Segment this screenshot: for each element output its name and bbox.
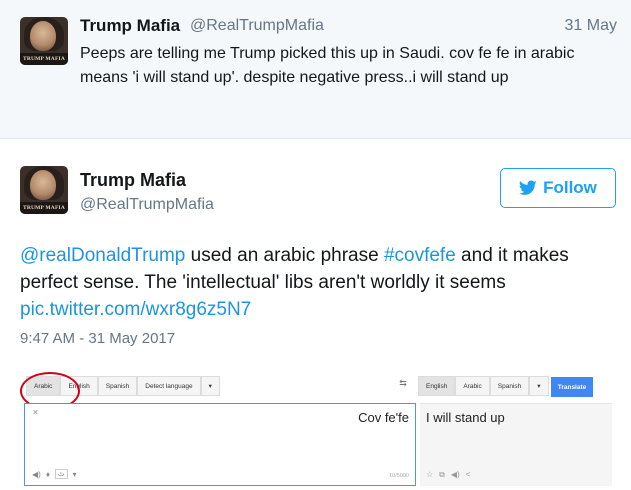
quoted-date[interactable]: 31 May xyxy=(565,17,617,35)
source-language-bar: Arabic English Spanish Detect language ▾ xyxy=(26,376,220,398)
avatar-face xyxy=(30,21,56,51)
chevron-down-icon: ▾ xyxy=(529,376,549,396)
twitter-bird-icon xyxy=(519,180,537,195)
target-lang-arabic: Arabic xyxy=(455,376,490,396)
share-icon: < xyxy=(465,470,471,479)
tweet-handle[interactable]: @RealTrumpMafia xyxy=(80,196,214,214)
tweet-avatar[interactable]: TRUMP MAFIA xyxy=(20,166,68,214)
chevron-down-icon: ▾ xyxy=(200,376,220,396)
char-count: 10/5000 xyxy=(389,473,409,479)
follow-button[interactable]: Follow xyxy=(500,168,616,208)
avatar-caption: TRUMP MAFIA xyxy=(20,202,68,214)
star-icon: ☆ xyxy=(426,470,434,479)
swap-icon: ⇆ xyxy=(399,378,407,388)
pic-link[interactable]: pic.twitter.com/wxr8g6z5N7 xyxy=(20,299,251,320)
source-lang-spanish: Spanish xyxy=(97,376,138,396)
target-lang-english: English xyxy=(418,376,456,396)
speaker-icon: ◀) xyxy=(32,469,41,479)
target-lang-spanish: Spanish xyxy=(489,376,530,396)
source-lang-english: English xyxy=(60,376,98,396)
source-lang-arabic: Arabic xyxy=(26,376,61,396)
tweet-timestamp[interactable]: 9:47 AM - 31 May 2017 xyxy=(20,330,175,347)
speaker-icon: ◀) xyxy=(450,470,460,479)
source-lang-detect: Detect language xyxy=(137,376,201,396)
quoted-handle[interactable]: @RealTrumpMafia xyxy=(190,17,324,35)
target-language-bar: English Arabic Spanish ▾ xyxy=(418,376,549,398)
translate-button: Translate xyxy=(551,377,593,397)
tweet-display-name[interactable]: Trump Mafia xyxy=(80,170,186,191)
close-icon: ✕ xyxy=(32,408,39,417)
tweet-text-part: used an arabic phrase xyxy=(185,245,384,266)
source-text-box: ✕ Cov fe'fe ◀) ♦ ٹ ▾ 10/5000 xyxy=(24,403,416,486)
quoted-display-name[interactable]: Trump Mafia xyxy=(80,16,180,36)
source-tools: ◀) ♦ ٹ ▾ xyxy=(32,469,77,479)
tweet-text: @realDonaldTrump used an arabic phrase #… xyxy=(20,242,610,323)
chevron-down-icon: ▾ xyxy=(72,469,77,479)
translation-box: I will stand up ☆ ⧉ ◀) < xyxy=(420,403,612,486)
avatar-caption: TRUMP MAFIA xyxy=(20,53,68,65)
follow-label: Follow xyxy=(543,178,597,197)
translate-screenshot[interactable]: Arabic English Spanish Detect language ▾… xyxy=(20,370,616,488)
quoted-tweet-text: Peeps are telling me Trump picked this u… xyxy=(80,45,575,86)
quoted-tweet[interactable]: TRUMP MAFIA Trump Mafia @RealTrumpMafia … xyxy=(0,0,631,139)
translation-tools: ☆ ⧉ ◀) < xyxy=(426,470,470,480)
mention-link[interactable]: @realDonaldTrump xyxy=(20,245,185,266)
microphone-icon: ♦ xyxy=(45,469,50,479)
avatar-face xyxy=(30,170,56,200)
keyboard-icon: ٹ xyxy=(54,469,68,479)
quoted-avatar[interactable]: TRUMP MAFIA xyxy=(20,17,68,65)
translated-text: I will stand up xyxy=(426,410,505,425)
hashtag-link[interactable]: #covfefe xyxy=(384,245,456,266)
source-text: Cov fe'fe xyxy=(358,410,409,425)
copy-icon: ⧉ xyxy=(439,470,445,479)
